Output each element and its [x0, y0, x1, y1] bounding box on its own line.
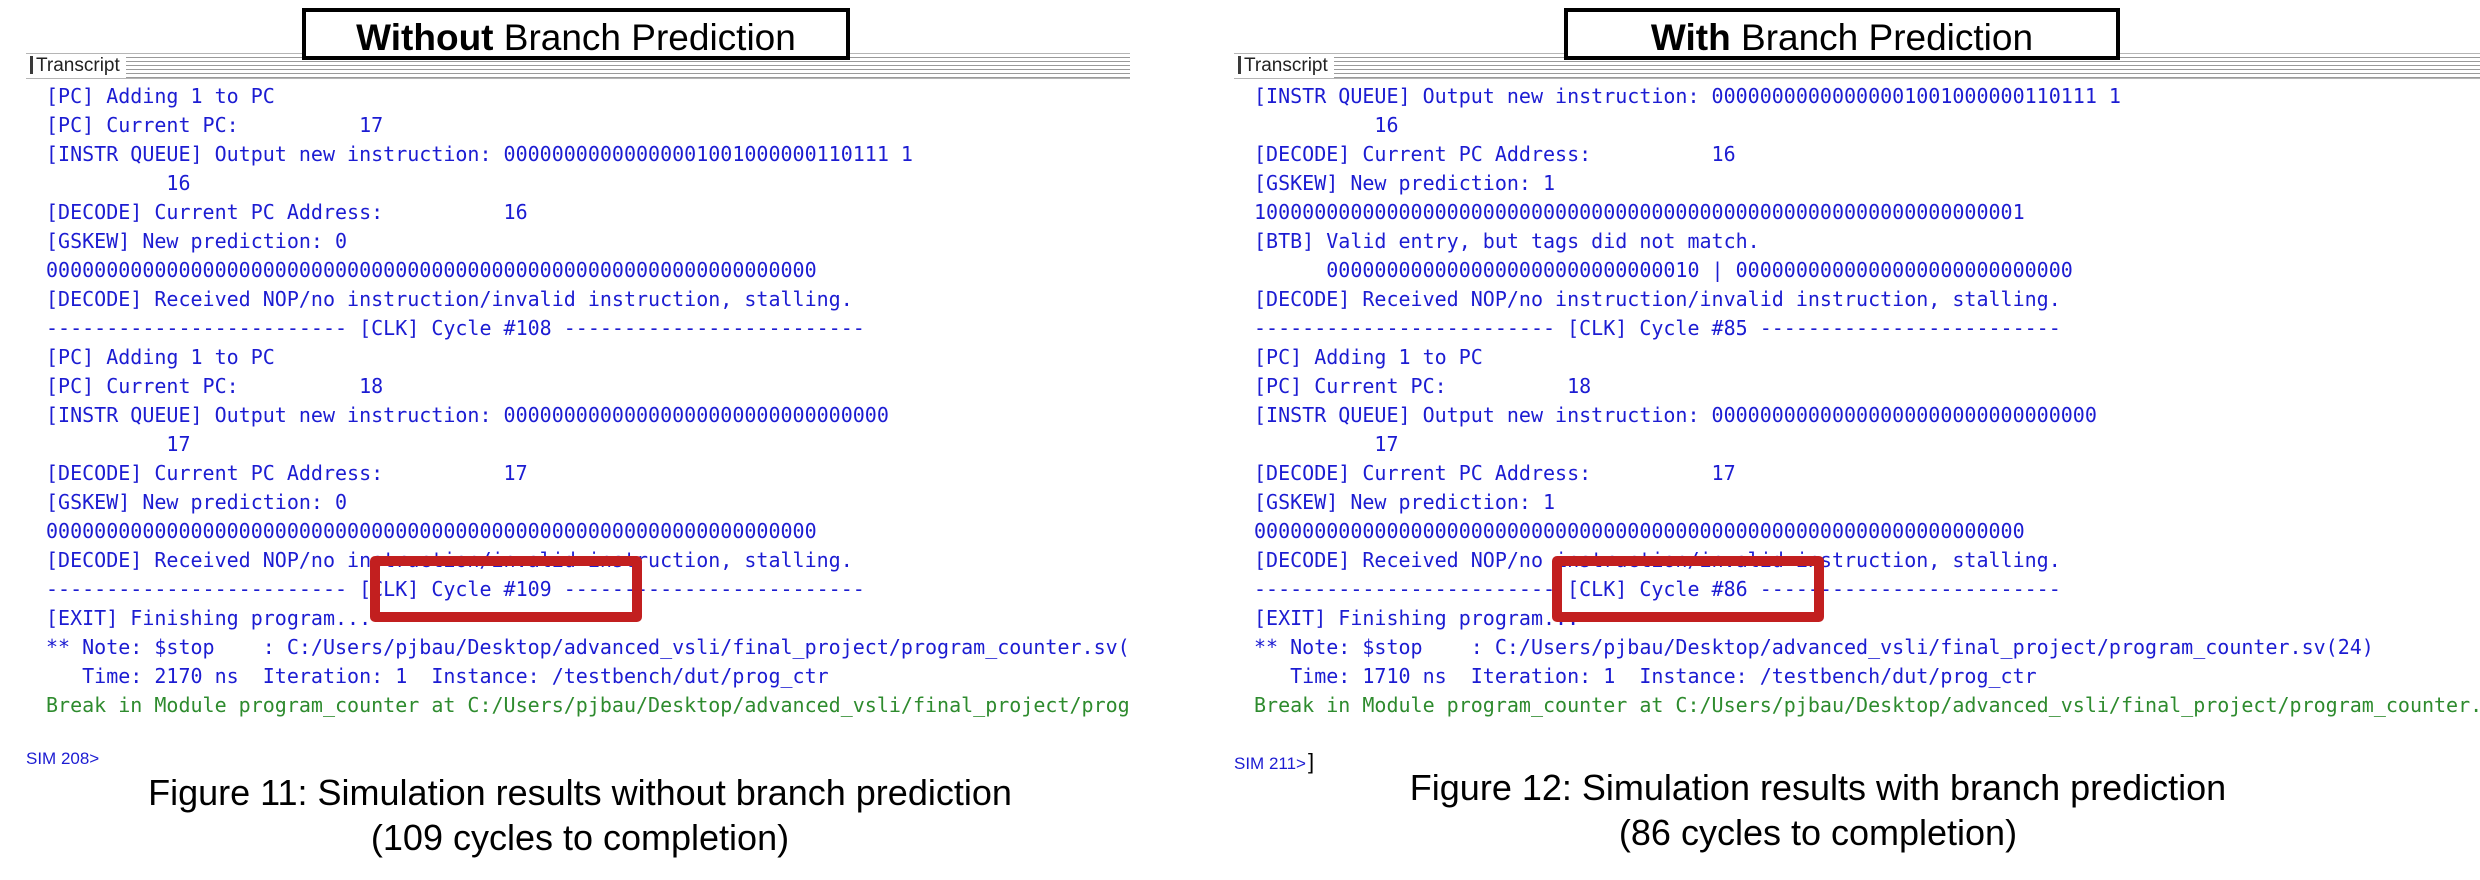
console-line: ** Note: $stop : C:/Users/pjbau/Desktop/… [1254, 635, 2374, 659]
sim-prompt[interactable]: SIM 208> [26, 749, 99, 769]
console-line: [DECODE] Received NOP/no instruction/inv… [1254, 287, 2061, 311]
console-line: ------------------------- [CLK] Cycle #8… [1254, 577, 2061, 601]
console-line: 16 [46, 171, 191, 195]
console-line: Time: 1710 ns Iteration: 1 Instance: /te… [1254, 664, 2037, 688]
transcript-console[interactable]: [PC] Adding 1 to PC [PC] Current PC: 17 [I… [26, 82, 1130, 800]
prompt-text: SIM 208> [26, 749, 100, 768]
console-line: [INSTR QUEUE] Output new instruction: 00… [46, 403, 889, 427]
console-line: [DECODE] Current PC Address: 16 [46, 200, 528, 224]
cycle-highlight-box [370, 556, 642, 622]
console-line: Time: 2170 ns Iteration: 1 Instance: /te… [46, 664, 829, 688]
console-line: [DECODE] Received NOP/no instruction/inv… [1254, 548, 2061, 572]
console-line: 17 [46, 432, 191, 456]
transcript-tab[interactable]: Transcript [1234, 54, 1334, 78]
console-line: [DECODE] Received NOP/no instruction/inv… [46, 287, 853, 311]
heading-bold: Without [356, 17, 494, 58]
caption-line-1: Figure 12: Simulation results with branc… [1409, 767, 2227, 808]
console-line: [PC] Current PC: 17 [46, 113, 384, 137]
console-line: [PC] Adding 1 to PC [1254, 345, 1483, 369]
console-line: [BTB] Valid entry, but tags did not matc… [1254, 229, 1760, 253]
panel-heading: With Branch Prediction [1564, 8, 2120, 60]
transcript-title: Transcript [36, 55, 120, 76]
console-line: 0000000000000000000000000000010 | 000000… [1254, 258, 2073, 282]
console-lines: [PC] Adding 1 to PC [PC] Current PC: 17 [I… [46, 82, 1130, 720]
console-line: 17 [1254, 432, 1399, 456]
console-line: [GSKEW] New prediction: 1 [1254, 490, 1556, 514]
console-line: [DECODE] Current PC Address: 16 [1254, 142, 1736, 166]
console-line: Break in Module program_counter at C:/Us… [46, 693, 1130, 717]
panel-without-branch-prediction: Transcript [PC] Adding 1 to PC [PC] Curre… [0, 0, 1130, 880]
panel-with-branch-prediction: Transcript [INSTR QUEUE] Output new inst… [1208, 0, 2480, 880]
console-line: [PC] Adding 1 to PC [46, 345, 275, 369]
console-line: [PC] Current PC: 18 [46, 374, 384, 398]
console-line: [DECODE] Current PC Address: 17 [46, 461, 528, 485]
heading-rest: Branch Prediction [1730, 17, 2034, 58]
console-line: ------------------------- [CLK] Cycle #8… [1254, 316, 2061, 340]
console-line: ------------------------- [CLK] Cycle #1… [46, 316, 865, 340]
transcript-icon [30, 56, 33, 74]
console-line: [EXIT] Finishing program... [1254, 606, 1580, 630]
console-line: [INSTR QUEUE] Output new instruction: 00… [1254, 84, 2121, 108]
console-line: Break in Module program_counter at C:/Us… [1254, 693, 2480, 717]
console-line: 16 [1254, 113, 1399, 137]
caption-line-1: Figure 11: Simulation results without br… [148, 772, 1012, 813]
panel-heading: Without Branch Prediction [302, 8, 850, 60]
console-line: 0000000000000000000000000000000000000000… [1254, 519, 2025, 543]
console-line: 0000000000000000000000000000000000000000… [46, 519, 817, 543]
transcript-tab[interactable]: Transcript [26, 54, 126, 78]
figure-caption: Figure 11: Simulation results without br… [60, 770, 1100, 860]
caption-line-2: (109 cycles to completion) [370, 817, 790, 858]
transcript-title: Transcript [1244, 55, 1328, 76]
console-line: [GSKEW] New prediction: 0 [46, 490, 348, 514]
console-lines: [INSTR QUEUE] Output new instruction: 00… [1254, 82, 2480, 720]
console-line: [PC] Adding 1 to PC [46, 84, 275, 108]
figure-caption: Figure 12: Simulation results with branc… [1268, 765, 2368, 855]
heading-bold: With [1650, 17, 1731, 58]
transcript-icon [1238, 56, 1241, 74]
console-line: [DECODE] Current PC Address: 17 [1254, 461, 1736, 485]
console-line: [GSKEW] New prediction: 1 [1254, 171, 1556, 195]
console-line: [PC] Current PC: 18 [1254, 374, 1592, 398]
console-line: ** Note: $stop : C:/Users/pjbau/Desktop/… [46, 635, 1130, 659]
console-line: 1000000000000000000000000000000000000000… [1254, 200, 2025, 224]
caption-line-2: (86 cycles to completion) [1618, 812, 2018, 853]
console-line: [INSTR QUEUE] Output new instruction: 00… [1254, 403, 2097, 427]
transcript-console[interactable]: [INSTR QUEUE] Output new instruction: 00… [1234, 82, 2480, 800]
console-line: [GSKEW] New prediction: 0 [46, 229, 348, 253]
console-line: 0000000000000000000000000000000000000000… [46, 258, 817, 282]
console-line: [INSTR QUEUE] Output new instruction: 00… [46, 142, 913, 166]
cycle-highlight-box [1552, 556, 1824, 622]
heading-rest: Branch Prediction [493, 17, 796, 58]
